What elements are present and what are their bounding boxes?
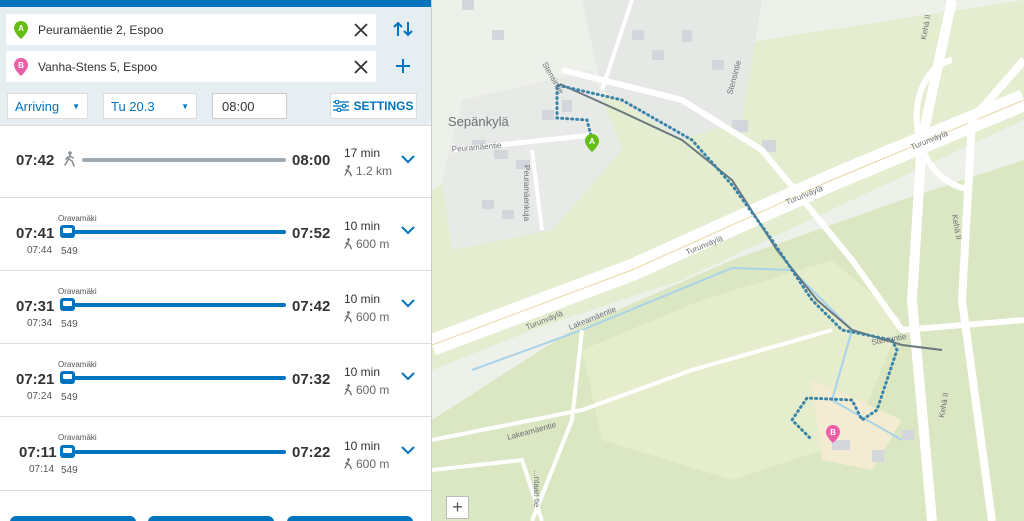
area-label: Sepänkylä — [448, 114, 509, 129]
origin-text: Peuramäentie 2, Espoo — [38, 22, 164, 37]
chevron-down-icon: ▼ — [181, 101, 189, 111]
walk-icon — [344, 238, 353, 250]
earlier-button[interactable] — [10, 516, 136, 521]
bus-icon — [60, 371, 75, 384]
date-label: Tu 20.3 — [111, 98, 155, 114]
expand-chevron-icon[interactable] — [398, 366, 418, 386]
arrival-time: 07:52 — [292, 225, 331, 242]
swap-locations-icon[interactable] — [388, 14, 418, 44]
itinerary-panel: A Peuramäentie 2, Espoo B Vanha-Stens 5,… — [0, 0, 432, 521]
walk-icon — [64, 151, 76, 172]
street-label: ...ntaan tie — [532, 470, 541, 508]
route-number: 549 — [61, 465, 78, 476]
bus-icon — [60, 225, 75, 238]
street-label: Peuramäenkuja — [522, 165, 531, 222]
walk-leg-bar — [82, 158, 286, 162]
sliders-icon — [333, 100, 350, 112]
walk-icon — [344, 458, 353, 470]
walk-distance: 600 m — [344, 383, 389, 397]
walk-distance-value: 600 m — [356, 383, 390, 397]
top-accent-bar — [0, 0, 431, 7]
expand-chevron-icon[interactable] — [398, 220, 418, 240]
walk-distance-value: 600 m — [356, 310, 390, 324]
arrival-time: 07:22 — [292, 444, 331, 461]
walk-icon — [344, 384, 353, 396]
destination-text: Vanha-Stens 5, Espoo — [38, 59, 158, 74]
add-via-point-icon[interactable] — [388, 51, 418, 81]
stop-name: Oravamäki — [58, 287, 97, 296]
itinerary-walk[interactable]: 07:42 08:00 17 min 1.2 km — [0, 125, 431, 198]
destination-field[interactable]: B Vanha-Stens 5, Espoo — [6, 51, 376, 82]
later-button[interactable] — [287, 516, 413, 521]
arrival-time: 07:42 — [292, 298, 331, 315]
duration: 10 min — [344, 219, 381, 233]
arrival-time: 08:00 — [292, 152, 331, 169]
duration: 10 min — [344, 292, 381, 306]
itinerary-bus-1[interactable]: Oravamäki 07:41 07:52 07:44 549 10 min 6… — [0, 198, 431, 271]
departure-time: 07:21 — [16, 371, 55, 388]
bus-leg-bar — [74, 303, 286, 307]
scheduled-time: 07:14 — [29, 464, 55, 475]
walk-distance-value: 600 m — [356, 457, 390, 471]
departure-time: 07:11 — [19, 444, 57, 461]
scheduled-time: 07:24 — [27, 391, 53, 402]
duration: 10 min — [344, 365, 381, 379]
scheduled-time: 07:44 — [27, 245, 53, 256]
walk-distance: 1.2 km — [344, 164, 392, 178]
map-view[interactable]: A B Sepänkylä Peuramäentie Peuramäenkuja… — [432, 0, 1024, 521]
walk-icon — [344, 165, 353, 177]
scheduled-time: 07:34 — [27, 318, 53, 329]
map-canvas: A B Sepänkylä Peuramäentie Peuramäenkuja… — [432, 0, 1024, 521]
stop-name: Oravamäki — [58, 360, 97, 369]
route-number: 549 — [61, 319, 78, 330]
arrive-depart-select[interactable]: Arriving ▼ — [7, 93, 88, 119]
itinerary-bus-4[interactable]: Oravamäki 07:11 07:22 07:14 549 10 min 6… — [0, 417, 431, 491]
departure-time: 07:42 — [16, 152, 55, 169]
bus-leg-bar — [74, 230, 286, 234]
settings-button[interactable]: SETTINGS — [330, 93, 417, 119]
arrive-depart-label: Arriving — [15, 98, 60, 114]
walk-distance: 600 m — [344, 310, 389, 324]
origin-field[interactable]: A Peuramäentie 2, Espoo — [6, 14, 376, 45]
destination-pin-icon: B — [6, 57, 36, 76]
walk-distance-value: 1.2 km — [356, 164, 393, 178]
walk-distance: 600 m — [344, 237, 389, 251]
time-input[interactable]: 08:00 — [212, 93, 287, 119]
duration: 10 min — [344, 439, 381, 453]
origin-pin-letter: A — [18, 24, 24, 33]
destination-marker-letter: B — [830, 428, 836, 437]
departure-time: 07:31 — [16, 298, 55, 315]
walk-distance-value: 600 m — [356, 237, 390, 251]
zoom-in-button[interactable]: + — [446, 496, 469, 519]
bus-leg-bar — [74, 376, 286, 380]
settings-label: SETTINGS — [353, 99, 414, 113]
date-select[interactable]: Tu 20.3 ▼ — [103, 93, 197, 119]
clear-origin-icon[interactable] — [346, 15, 376, 45]
arrival-time: 07:32 — [292, 371, 331, 388]
clear-destination-icon[interactable] — [346, 52, 376, 82]
bus-icon — [60, 445, 75, 458]
stop-name: Oravamäki — [58, 214, 97, 223]
expand-chevron-icon[interactable] — [398, 440, 418, 460]
itinerary-bus-2[interactable]: Oravamäki 07:31 07:42 07:34 549 10 min 6… — [0, 271, 431, 344]
route-number: 549 — [61, 392, 78, 403]
origin-marker-letter: A — [589, 137, 595, 146]
expand-chevron-icon[interactable] — [398, 293, 418, 313]
walk-icon — [344, 311, 353, 323]
itinerary-bus-3[interactable]: Oravamäki 07:21 07:32 07:24 549 10 min 6… — [0, 344, 431, 417]
chevron-down-icon: ▼ — [72, 101, 80, 111]
bus-leg-bar — [74, 450, 286, 454]
duration: 17 min — [344, 146, 381, 160]
expand-chevron-icon[interactable] — [398, 149, 418, 169]
walk-distance: 600 m — [344, 457, 389, 471]
origin-pin-icon: A — [6, 20, 36, 39]
bus-icon — [60, 298, 75, 311]
route-number: 549 — [61, 246, 78, 257]
stop-name: Oravamäki — [58, 433, 97, 442]
destination-pin-letter: B — [18, 61, 24, 70]
departure-time: 07:41 — [16, 225, 55, 242]
now-button[interactable] — [148, 516, 274, 521]
